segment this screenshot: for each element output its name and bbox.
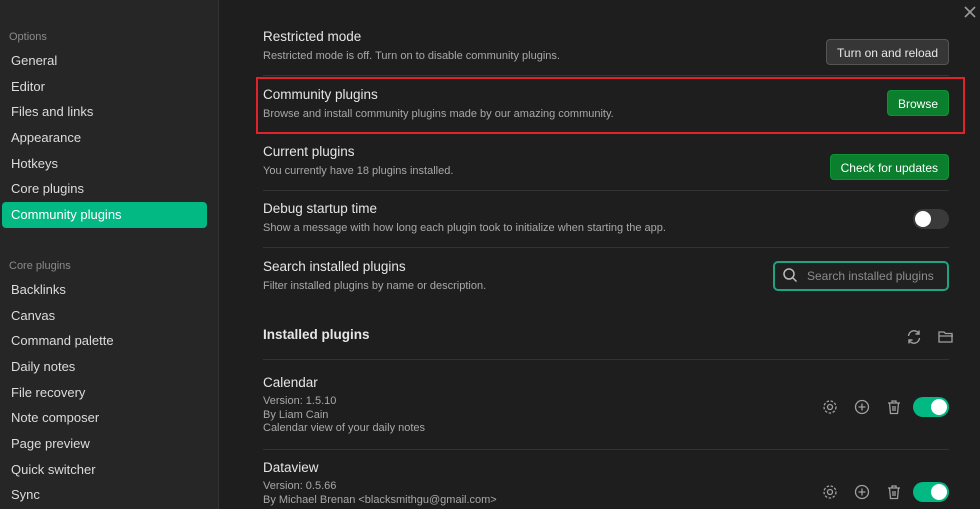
setting-restricted-mode: Restricted mode Restricted mode is off. … [263,29,949,76]
options-heading: Options [9,31,47,43]
check-for-updates-button[interactable]: Check for updates [829,154,949,180]
plugin-enabled-toggle[interactable] [913,482,949,502]
add-hotkey-icon[interactable] [853,398,871,416]
gear-icon[interactable] [821,398,839,416]
installed-plugins-header: Installed plugins [263,327,953,360]
sidebar-item-backlinks[interactable]: Backlinks [2,277,207,303]
plugin-version: Version: 0.5.66 [263,480,337,492]
setting-description: Show a message with how long each plugin… [263,222,666,234]
toggle-knob [931,399,947,415]
setting-name: Debug startup time [263,201,378,216]
sidebar-item-appearance[interactable]: Appearance [2,125,207,151]
close-icon[interactable] [962,4,978,20]
add-hotkey-icon[interactable] [853,483,871,501]
toggle-knob [915,211,931,227]
plugin-name: Calendar [263,375,318,390]
sidebar-item-files-and-links[interactable]: Files and links [2,99,207,125]
gear-icon[interactable] [821,483,839,501]
search-installed-plugins-input[interactable] [807,263,941,289]
plugin-enabled-toggle[interactable] [913,397,949,417]
sidebar-item-hotkeys[interactable]: Hotkeys [2,151,207,177]
plugin-description: Calendar view of your daily notes [263,422,426,434]
plugin-author: By Michael Brenan <blacksmithgu@gmail.co… [263,493,497,506]
setting-debug-startup-time: Debug startup time Show a message with h… [263,201,949,248]
sidebar-item-file-recovery[interactable]: File recovery [2,380,207,406]
folder-icon[interactable] [937,328,955,346]
trash-icon[interactable] [885,398,903,416]
reload-icon[interactable] [905,328,923,346]
setting-search-installed-plugins: Search installed plugins Filter installe… [263,259,949,305]
sidebar-item-quick-switcher[interactable]: Quick switcher [2,457,207,483]
setting-name: Community plugins [263,87,378,102]
sidebar-item-general[interactable]: General [2,48,207,74]
sidebar-item-note-composer[interactable]: Note composer [2,405,207,431]
search-icon [782,267,798,288]
sidebar-item-canvas[interactable]: Canvas [2,303,207,329]
sidebar-item-community-plugins[interactable]: Community plugins [2,202,207,228]
setting-description: Browse and install community plugins mad… [263,108,614,120]
plugin-name: Dataview [263,460,319,475]
setting-current-plugins: Current plugins You currently have 18 pl… [263,144,949,191]
plugin-author: By Liam Cain [263,408,329,421]
installed-plugins-heading: Installed plugins [263,327,370,342]
search-box[interactable] [773,261,949,291]
browse-button[interactable]: Browse [886,89,949,116]
setting-community-plugins: Community plugins Browse and install com… [263,87,949,132]
plugin-dataview: Dataview Version: 0.5.66 By Michael Bren… [263,460,949,509]
settings-content: Restricted mode Restricted mode is off. … [219,0,980,509]
toggle-knob [931,484,947,500]
plugin-calendar: Calendar Version: 1.5.10 By Liam Cain Ca… [263,375,949,450]
sidebar-item-core-plugins[interactable]: Core plugins [2,176,207,202]
sidebar-item-daily-notes[interactable]: Daily notes [2,354,207,380]
plugin-version: Version: 1.5.10 [263,395,337,407]
turn-on-and-reload-button[interactable]: Turn on and reload [826,39,949,65]
sidebar-item-command-palette[interactable]: Command palette [2,328,207,354]
core-plugins-heading: Core plugins [9,259,71,272]
sidebar-item-page-preview[interactable]: Page preview [2,431,207,457]
trash-icon[interactable] [885,483,903,501]
sidebar-item-editor[interactable]: Editor [2,74,207,100]
sidebar-item-sync[interactable]: Sync [2,482,207,508]
debug-startup-toggle[interactable] [913,209,949,229]
settings-sidebar: Options General Editor Files and links A… [0,0,219,509]
